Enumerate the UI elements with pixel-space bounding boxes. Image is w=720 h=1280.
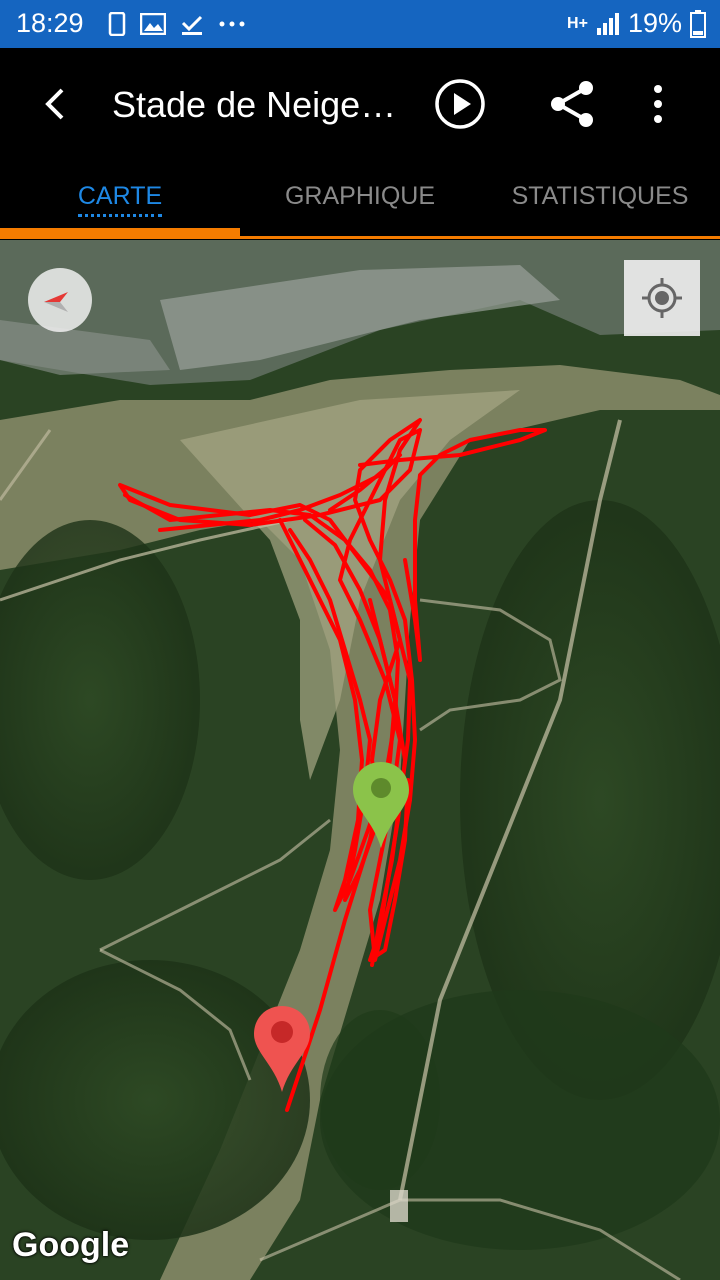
battery-icon bbox=[690, 9, 706, 38]
image-icon bbox=[140, 13, 166, 35]
share-icon[interactable] bbox=[546, 78, 598, 130]
start-marker-icon[interactable] bbox=[351, 760, 411, 850]
compass-button[interactable] bbox=[28, 268, 92, 332]
phone-icon bbox=[108, 12, 126, 36]
active-tab-indicator bbox=[0, 228, 240, 238]
tab-graphique[interactable]: GRAPHIQUE bbox=[240, 182, 480, 211]
compass-icon bbox=[44, 292, 68, 312]
status-time: 18:29 bbox=[16, 8, 84, 38]
more-options-icon[interactable] bbox=[640, 82, 676, 126]
notification-icons bbox=[108, 12, 246, 36]
more-notifications-icon bbox=[219, 21, 245, 27]
google-attribution: Google bbox=[12, 1226, 130, 1264]
signal-icon bbox=[596, 12, 619, 35]
tab-statistiques-label: STATISTIQUES bbox=[511, 182, 689, 210]
activity-title: Stade de Neige… bbox=[112, 84, 397, 125]
tab-statistiques[interactable]: STATISTIQUES bbox=[480, 182, 720, 211]
task-done-icon bbox=[181, 15, 203, 35]
tab-carte-label: CARTE bbox=[77, 182, 163, 217]
back-arrow-icon[interactable] bbox=[34, 82, 78, 126]
app-toolbar: Stade de Neige… bbox=[0, 48, 720, 160]
satellite-map[interactable] bbox=[0, 240, 720, 1280]
tab-graphique-label: GRAPHIQUE bbox=[284, 182, 436, 210]
battery-percent: 19% bbox=[627, 8, 682, 38]
status-right: H+ 19% bbox=[567, 8, 706, 39]
my-location-button[interactable] bbox=[624, 260, 700, 336]
status-bar: 18:29 H+ 19% bbox=[0, 0, 720, 48]
my-location-icon bbox=[642, 278, 682, 318]
play-icon[interactable] bbox=[434, 78, 486, 130]
tab-carte[interactable]: CARTE bbox=[0, 182, 240, 217]
end-marker-icon[interactable] bbox=[252, 1004, 312, 1094]
network-type: H+ bbox=[567, 14, 588, 32]
